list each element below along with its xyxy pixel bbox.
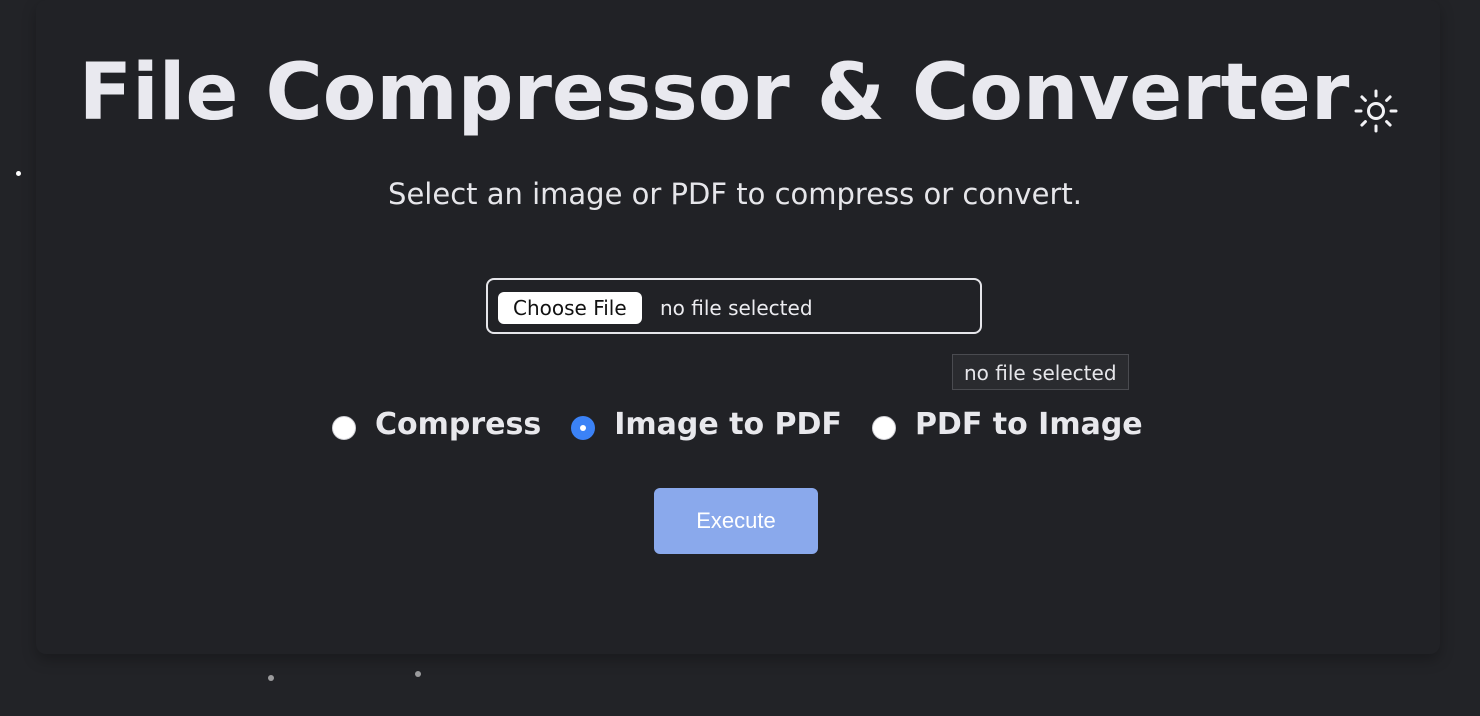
mode-option-pdf-to-image[interactable]: PDF to Image xyxy=(871,402,1143,448)
star-decoration xyxy=(268,675,274,681)
compress-label: Compress xyxy=(375,407,542,442)
star-decoration xyxy=(16,171,21,176)
page-title: File Compressor & Converter xyxy=(0,40,1480,141)
sun-icon[interactable] xyxy=(1351,62,1401,133)
file-status-text: no file selected xyxy=(660,296,813,320)
mode-option-image-to-pdf[interactable]: Image to PDF xyxy=(571,402,842,448)
file-input[interactable]: Choose File no file selected xyxy=(486,278,982,334)
page: File Compressor & Converter Select an im… xyxy=(0,0,1480,716)
image-to-pdf-label: Image to PDF xyxy=(614,407,842,442)
pdf-to-image-label: PDF to Image xyxy=(914,407,1143,442)
file-tooltip: no file selected xyxy=(952,354,1129,390)
execute-button[interactable]: Execute xyxy=(654,488,818,554)
instructions-text: Select an image or PDF to compress or co… xyxy=(388,177,1082,211)
page-title-text: File Compressor & Converter xyxy=(78,47,1350,138)
choose-file-button[interactable]: Choose File xyxy=(498,292,642,324)
star-decoration xyxy=(415,671,421,677)
mode-option-compress[interactable]: Compress xyxy=(332,402,541,448)
mode-radio-group: Compress Image to PDF PDF to Image xyxy=(332,402,1173,448)
image-to-pdf-radio[interactable] xyxy=(571,416,596,440)
compress-radio[interactable] xyxy=(332,416,356,440)
pdf-to-image-radio[interactable] xyxy=(871,416,896,440)
